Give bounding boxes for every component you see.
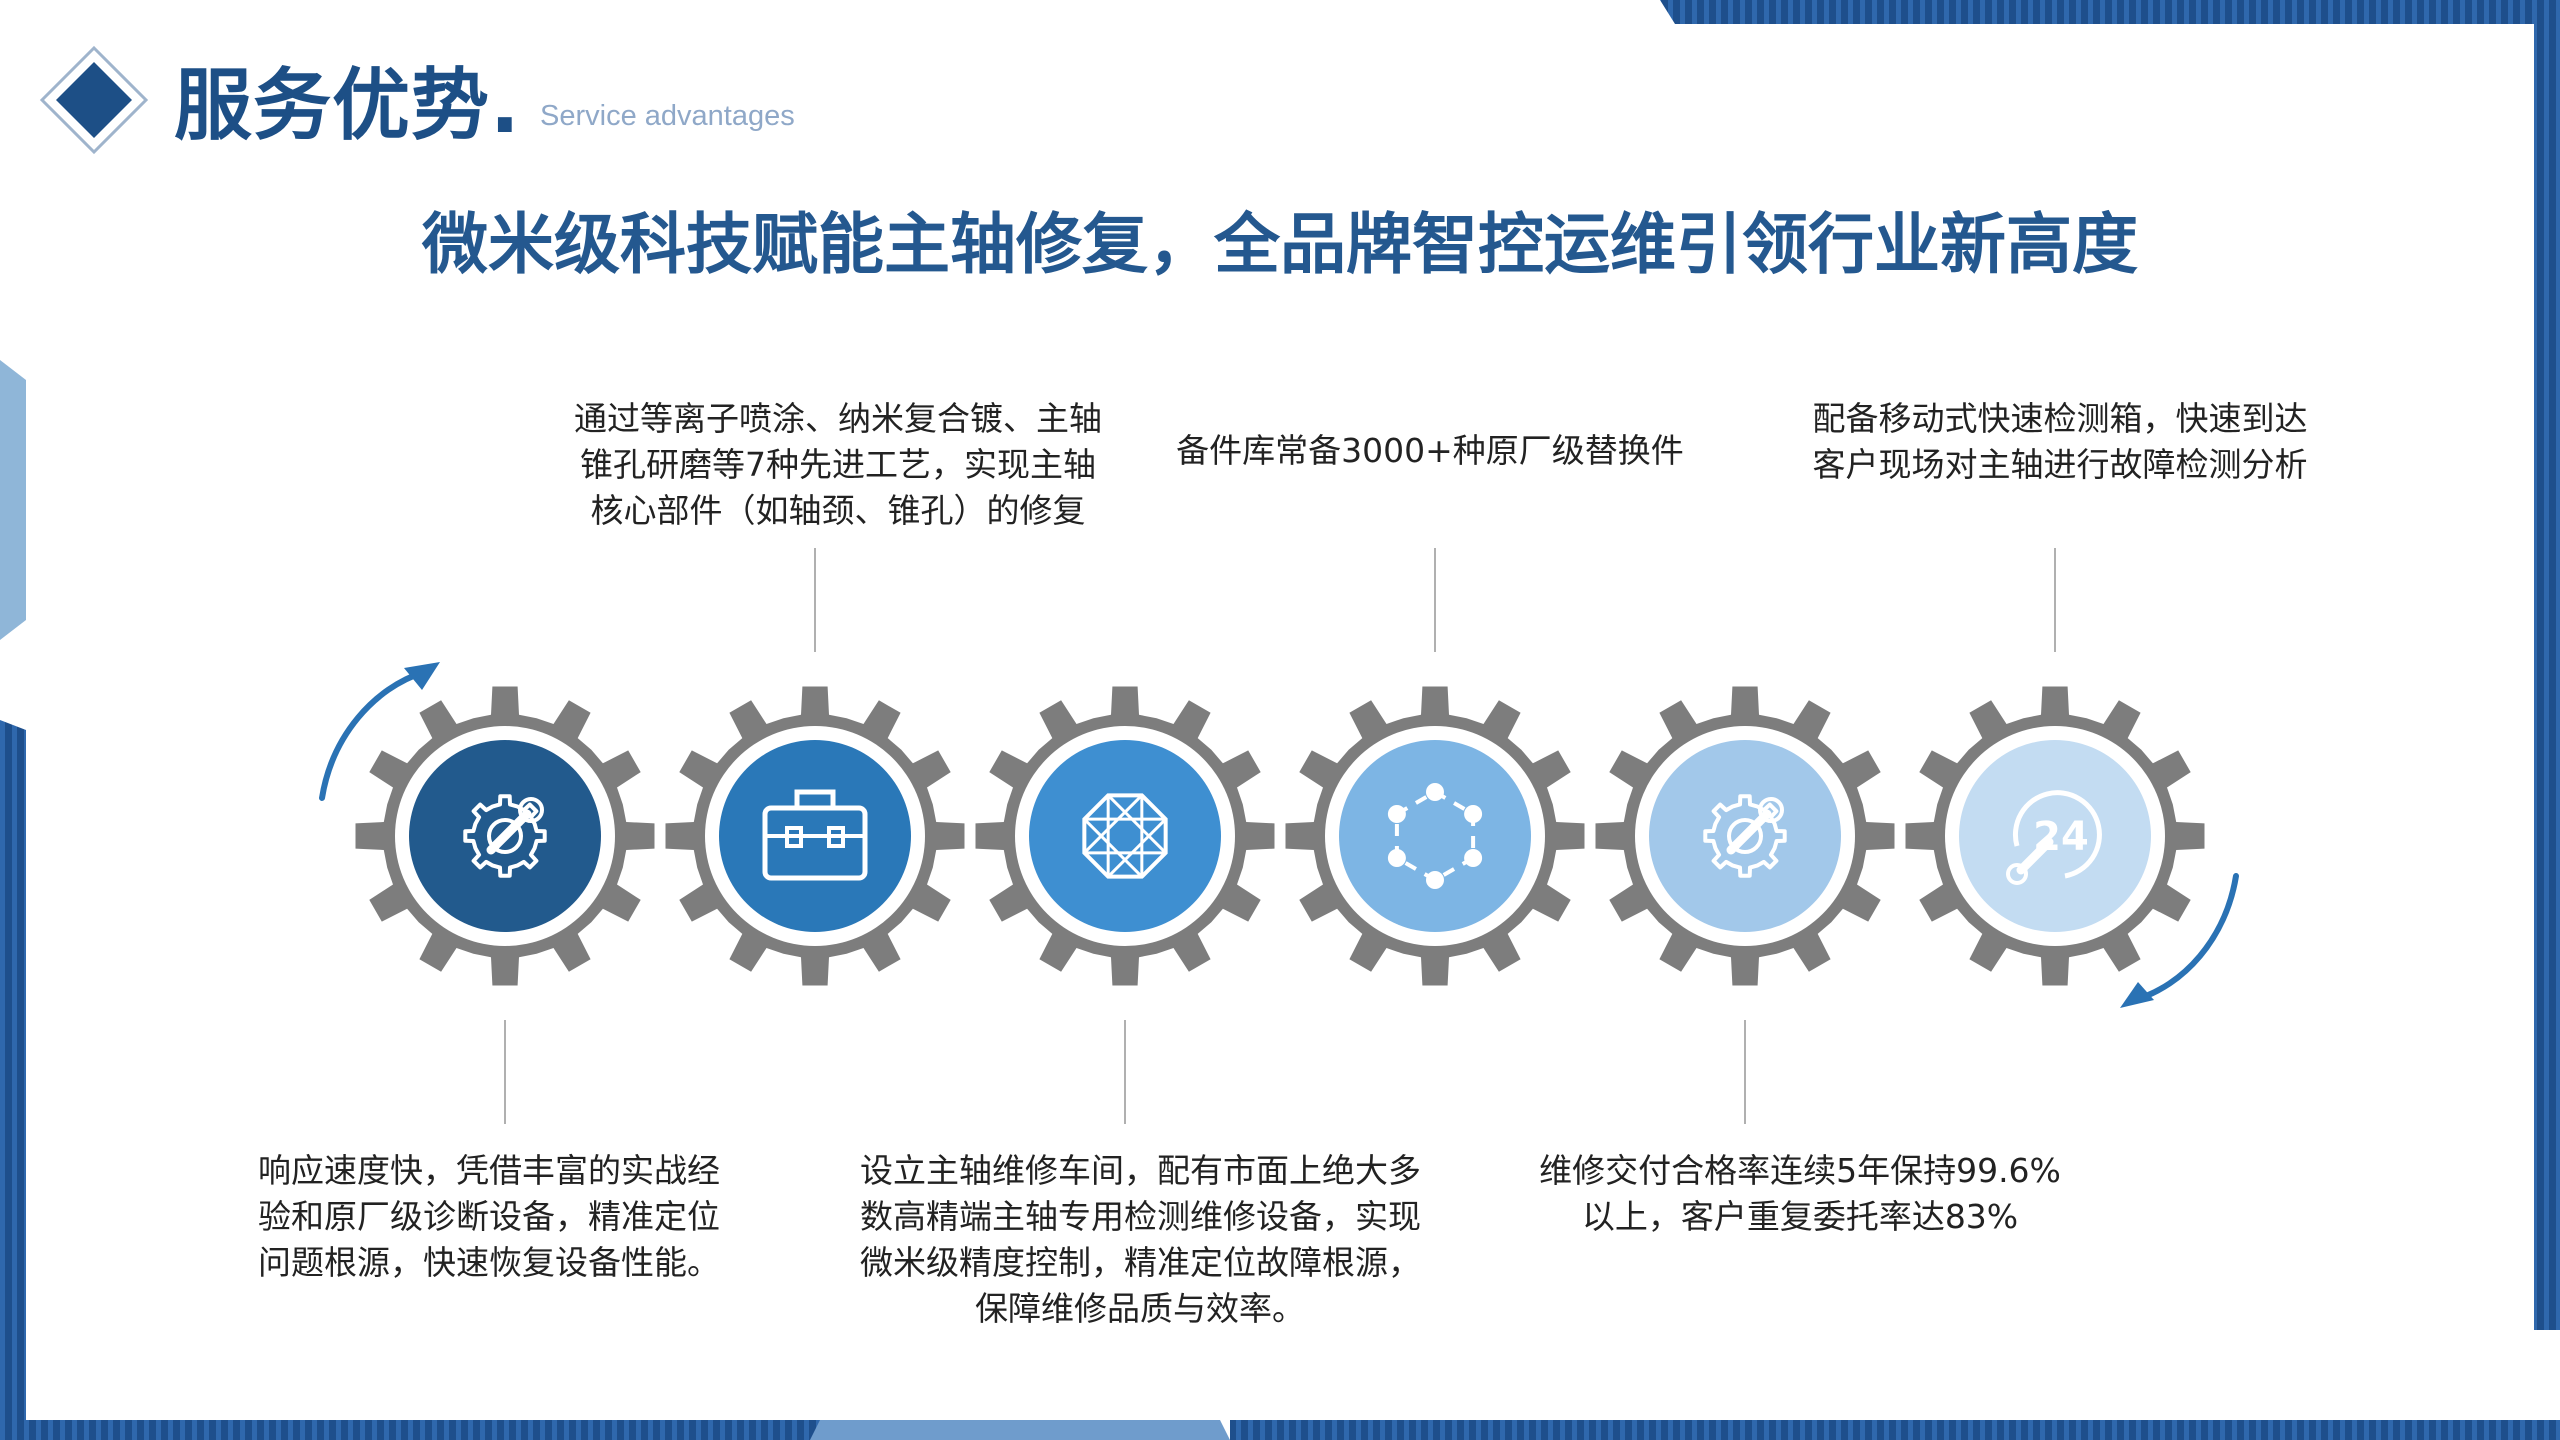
description-line: 锥孔研磨等7种先进工艺，实现主轴 [580,445,1096,484]
description-top-1: 通过等离子喷涂、纳米复合镀、主轴 锥孔研磨等7种先进工艺，实现主轴 核心部件（如… [560,396,1116,534]
gear [975,686,1275,986]
description-line: 以上，客户重复委托率达83% [1581,1197,2019,1236]
description-bottom-2: 设立主轴维修车间，配有市面上绝大多 数高精端主轴专用检测维修设备，实现 微米级精… [860,1148,1421,1332]
description-line: 验和原厂级诊断设备，精准定位 [258,1197,720,1236]
description-line: 微米级精度控制，精准定位故障根源， [860,1243,1421,1282]
gear [1285,686,1585,986]
description-bottom-3: 维修交付合格率连续5年保持99.6% 以上，客户重复委托率达83% [1520,1148,2080,1240]
description-line: 核心部件（如轴颈、锥孔）的修复 [590,491,1086,530]
description-line: 响应速度快，凭借丰富的实战经 [258,1151,720,1190]
description-line: 问题根源，快速恢复设备性能。 [258,1243,720,1282]
gear [355,686,655,986]
description-line: 通过等离子喷涂、纳米复合镀、主轴 [574,399,1102,438]
description-line: 备件库常备3000+种原厂级替换件 [1176,431,1684,470]
gear [665,686,965,986]
description-line: 客户现场对主轴进行故障检测分析 [1812,445,2308,484]
description-top-3: 配备移动式快速检测箱，快速到达 客户现场对主轴进行故障检测分析 [1790,396,2330,488]
description-line: 保障维修品质与效率。 [975,1289,1305,1328]
description-line: 数高精端主轴专用检测维修设备，实现 [860,1197,1421,1236]
description-line: 设立主轴维修车间，配有市面上绝大多 [860,1151,1421,1190]
gear [1595,686,1895,986]
description-top-2: 备件库常备3000+种原厂级替换件 [1160,428,1700,474]
description-line: 维修交付合格率连续5年保持99.6% [1539,1151,2061,1190]
gear: 24 [1905,686,2205,986]
description-bottom-1: 响应速度快，凭借丰富的实战经 验和原厂级诊断设备，精准定位 问题根源，快速恢复设… [258,1148,758,1286]
description-line: 配备移动式快速检测箱，快速到达 [1812,399,2308,438]
